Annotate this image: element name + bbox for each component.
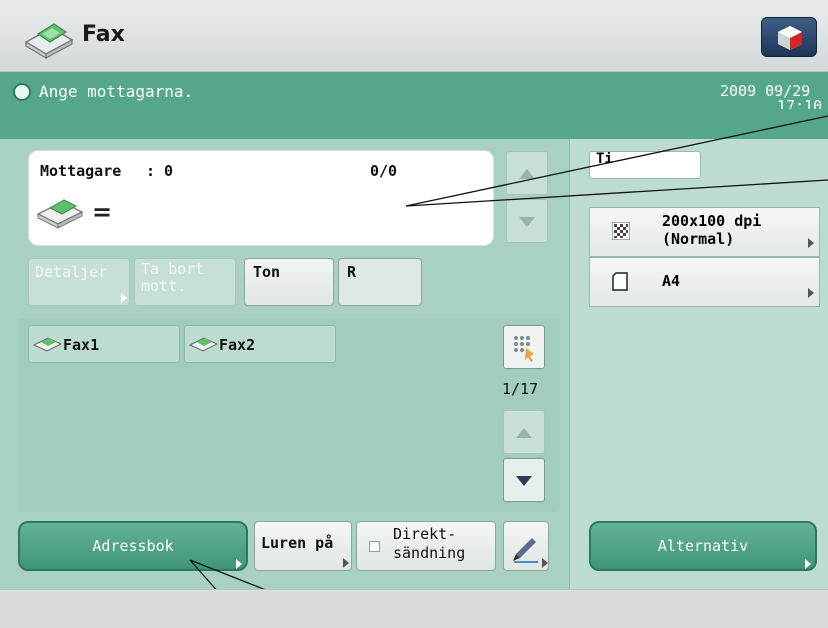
callout-lines [189, 115, 828, 628]
footer-bar [0, 589, 828, 628]
